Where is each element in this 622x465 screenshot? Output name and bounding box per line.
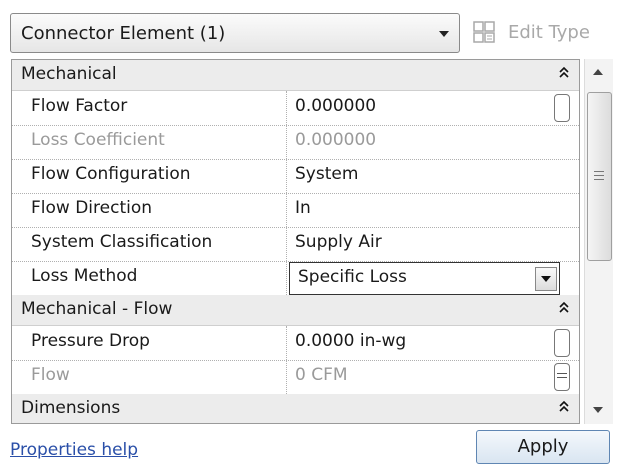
property-name: Pressure Drop xyxy=(31,331,150,351)
group-dimensions[interactable]: Dimensions xyxy=(12,394,579,423)
scroll-grip-icon xyxy=(554,329,570,357)
edit-type-label: Edit Type xyxy=(508,22,590,43)
edit-type-icon xyxy=(473,21,495,43)
property-value: 0.000000 xyxy=(295,130,377,150)
type-selector-label: Connector Element (1) xyxy=(21,23,226,44)
group-mechanical[interactable]: Mechanical xyxy=(12,60,579,91)
property-row-flow: Flow 0 CFM xyxy=(12,360,579,395)
type-selector-dropdown[interactable]: Connector Element (1) xyxy=(10,13,460,53)
property-value[interactable]: Supply Air xyxy=(295,232,382,252)
property-row-flow-factor[interactable]: Flow Factor 0.000000 xyxy=(12,91,579,126)
scroll-up-icon[interactable] xyxy=(593,69,603,75)
property-row-flow-configuration[interactable]: Flow Configuration System xyxy=(12,159,579,194)
group-label: Dimensions xyxy=(21,398,121,418)
group-label: Mechanical - Flow xyxy=(21,299,173,319)
group-mechanical-flow[interactable]: Mechanical - Flow xyxy=(12,295,579,326)
group-label: Mechanical xyxy=(21,64,117,84)
properties-grid: Mechanical Flow Factor 0.000000 Loss Coe… xyxy=(11,59,580,424)
property-value: 0 CFM xyxy=(295,365,348,385)
loss-method-value: Specific Loss xyxy=(298,267,407,287)
property-row-loss-coefficient: Loss Coefficient 0.000000 xyxy=(12,125,579,160)
collapse-chevron-icon[interactable] xyxy=(557,64,571,82)
property-name: Flow Factor xyxy=(31,96,128,116)
property-name: Loss Coefficient xyxy=(31,130,165,150)
property-value[interactable]: 0.000000 xyxy=(295,96,376,116)
collapse-chevron-icon[interactable] xyxy=(557,299,571,317)
scrollbar-thumb[interactable] xyxy=(587,92,612,261)
properties-palette: Connector Element (1) Edit Type Mechanic… xyxy=(0,0,622,465)
property-value[interactable]: In xyxy=(295,198,311,218)
property-name: Flow Direction xyxy=(31,198,153,218)
dropdown-arrow-icon[interactable] xyxy=(535,267,557,291)
property-value[interactable]: System xyxy=(295,164,358,184)
loss-method-dropdown[interactable]: Specific Loss xyxy=(289,262,560,295)
scroll-grip-icon xyxy=(554,363,570,391)
collapse-chevron-icon[interactable] xyxy=(557,398,571,416)
edit-type-button[interactable]: Edit Type xyxy=(468,13,618,53)
dropdown-arrow-icon xyxy=(439,31,449,37)
scroll-grip-icon xyxy=(554,94,570,122)
property-name: Loss Method xyxy=(31,266,138,286)
scroll-down-icon[interactable] xyxy=(593,407,603,413)
apply-button[interactable]: Apply xyxy=(476,430,610,464)
property-row-loss-method[interactable]: Loss Method Specific Loss xyxy=(12,261,579,296)
property-value[interactable]: 0.0000 in-wg xyxy=(295,331,406,351)
property-row-pressure-drop[interactable]: Pressure Drop 0.0000 in-wg xyxy=(12,326,579,361)
property-name: Flow Configuration xyxy=(31,164,191,184)
property-row-system-classification[interactable]: System Classification Supply Air xyxy=(12,227,579,262)
vertical-scrollbar[interactable] xyxy=(584,59,613,424)
property-row-flow-direction[interactable]: Flow Direction In xyxy=(12,193,579,228)
property-name: System Classification xyxy=(31,232,213,252)
properties-help-link[interactable]: Properties help xyxy=(10,440,138,460)
property-name: Flow xyxy=(31,365,70,385)
